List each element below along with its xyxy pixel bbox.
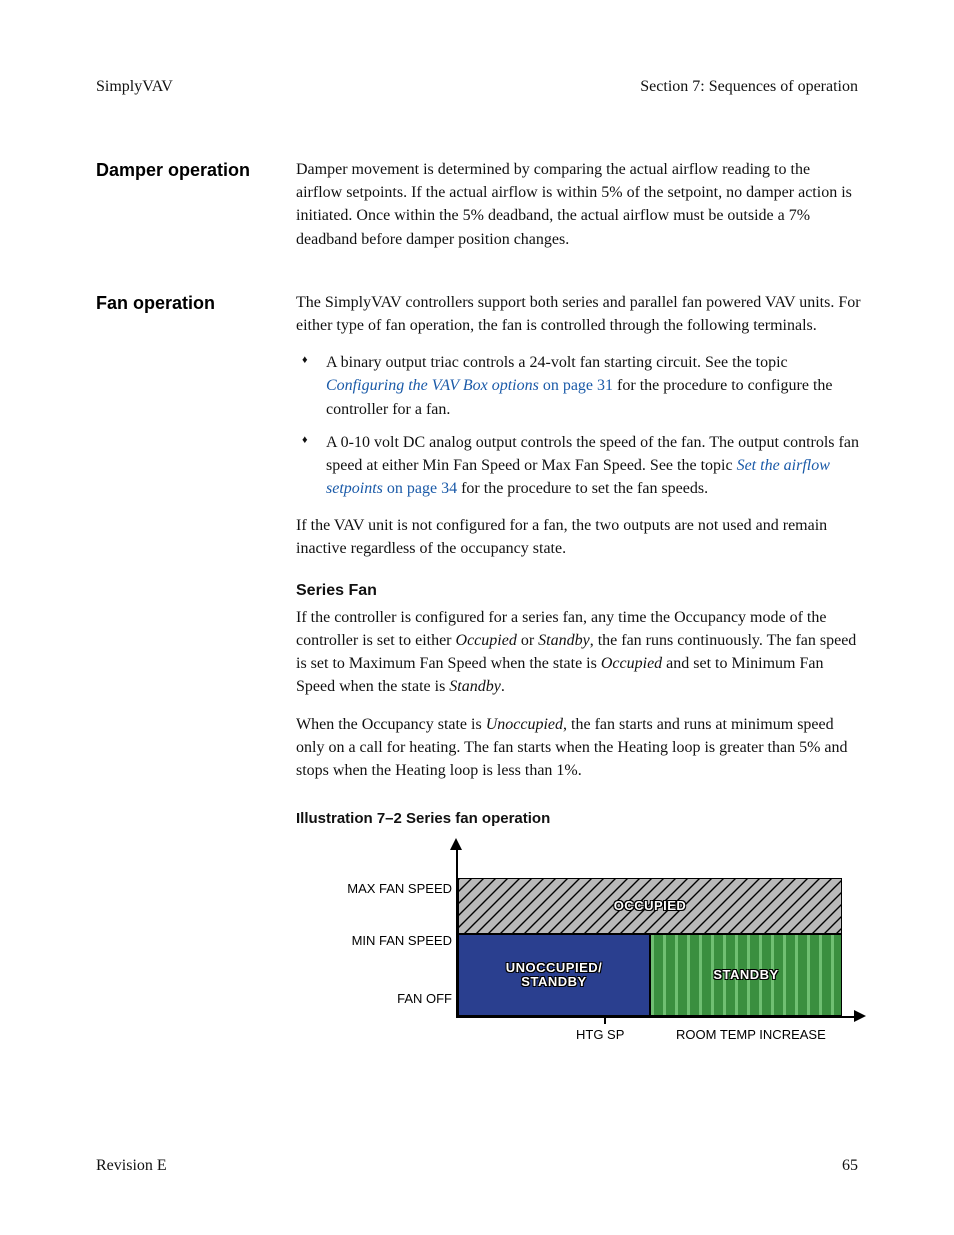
region-unoccupied-standby: UNOCCUPIED/ STANDBY <box>458 934 650 1016</box>
region-standby: STANDBY <box>650 934 842 1016</box>
fan-afterlist: If the VAV unit is not configured for a … <box>296 514 866 560</box>
damper-paragraph: Damper movement is determined by compari… <box>296 158 858 251</box>
page: SimplyVAV Section 7: Sequences of operat… <box>0 0 954 1235</box>
sp1e: . <box>501 678 505 695</box>
body-fan: The SimplyVAV controllers support both s… <box>296 291 866 1056</box>
link-config-vav-box[interactable]: Configuring the VAV Box options <box>326 377 539 394</box>
sp2-unocc: Unoccupied <box>486 716 563 733</box>
series-fan-p2: When the Occupancy state is Unoccupied, … <box>296 713 866 783</box>
fan-intro: The SimplyVAV controllers support both s… <box>296 291 866 337</box>
subheading-series-fan: Series Fan <box>296 579 866 602</box>
heading-fan: Fan operation <box>96 291 296 315</box>
running-header: SimplyVAV Section 7: Sequences of operat… <box>96 78 858 96</box>
sp1-occ2: Occupied <box>601 655 662 672</box>
ylabel-off: FAN OFF <box>312 990 452 1009</box>
bullet1-pre: A binary output triac controls a 24-volt… <box>326 354 788 371</box>
series-fan-p1: If the controller is configured for a se… <box>296 606 866 699</box>
ylabel-max: MAX FAN SPEED <box>312 880 452 899</box>
link-config-vav-box-page[interactable]: on page 31 <box>539 377 613 394</box>
fan-bullet-list: A binary output triac controls a 24-volt… <box>296 351 866 500</box>
footer-revision: Revision E <box>96 1157 167 1175</box>
link-airflow-setpoints-page[interactable]: on page 34 <box>383 480 457 497</box>
xlabel-htgsp: HTG SP <box>576 1026 624 1045</box>
sp1-occ: Occupied <box>456 632 517 649</box>
series-fan-chart: MAX FAN SPEED MIN FAN SPEED FAN OFF OCCU… <box>306 846 866 1056</box>
sp2a: When the Occupancy state is <box>296 716 486 733</box>
region-occupied-label: OCCUPIED <box>614 899 687 913</box>
header-left: SimplyVAV <box>96 78 173 96</box>
section-damper: Damper operation Damper movement is dete… <box>96 158 858 265</box>
region-standby-label: STANDBY <box>713 968 778 982</box>
sp1b: or <box>517 632 538 649</box>
sp1-stb: Standby <box>538 632 590 649</box>
sp1-stb2: Standby <box>449 678 501 695</box>
region-occupied: OCCUPIED <box>458 878 842 934</box>
x-axis-arrow-icon <box>854 1010 866 1022</box>
body-damper: Damper movement is determined by compari… <box>296 158 858 265</box>
fan-bullet-1: A binary output triac controls a 24-volt… <box>316 351 866 421</box>
header-right: Section 7: Sequences of operation <box>640 78 858 96</box>
ylabel-min: MIN FAN SPEED <box>312 932 452 951</box>
fan-bullet-2: A 0-10 volt DC analog output controls th… <box>316 431 866 501</box>
region-unocc-label: UNOCCUPIED/ STANDBY <box>506 961 603 990</box>
bullet2-post: for the procedure to set the fan speeds. <box>457 480 708 497</box>
x-tick-htgsp <box>604 1016 606 1024</box>
heading-damper: Damper operation <box>96 158 296 182</box>
footer-page-number: 65 <box>842 1157 858 1175</box>
section-fan: Fan operation The SimplyVAV controllers … <box>96 291 858 1056</box>
page-footer: Revision E 65 <box>96 1157 858 1175</box>
xlabel-roomtemp: ROOM TEMP INCREASE <box>676 1026 826 1045</box>
figure-caption: Illustration 7–2 Series fan operation <box>296 808 866 830</box>
